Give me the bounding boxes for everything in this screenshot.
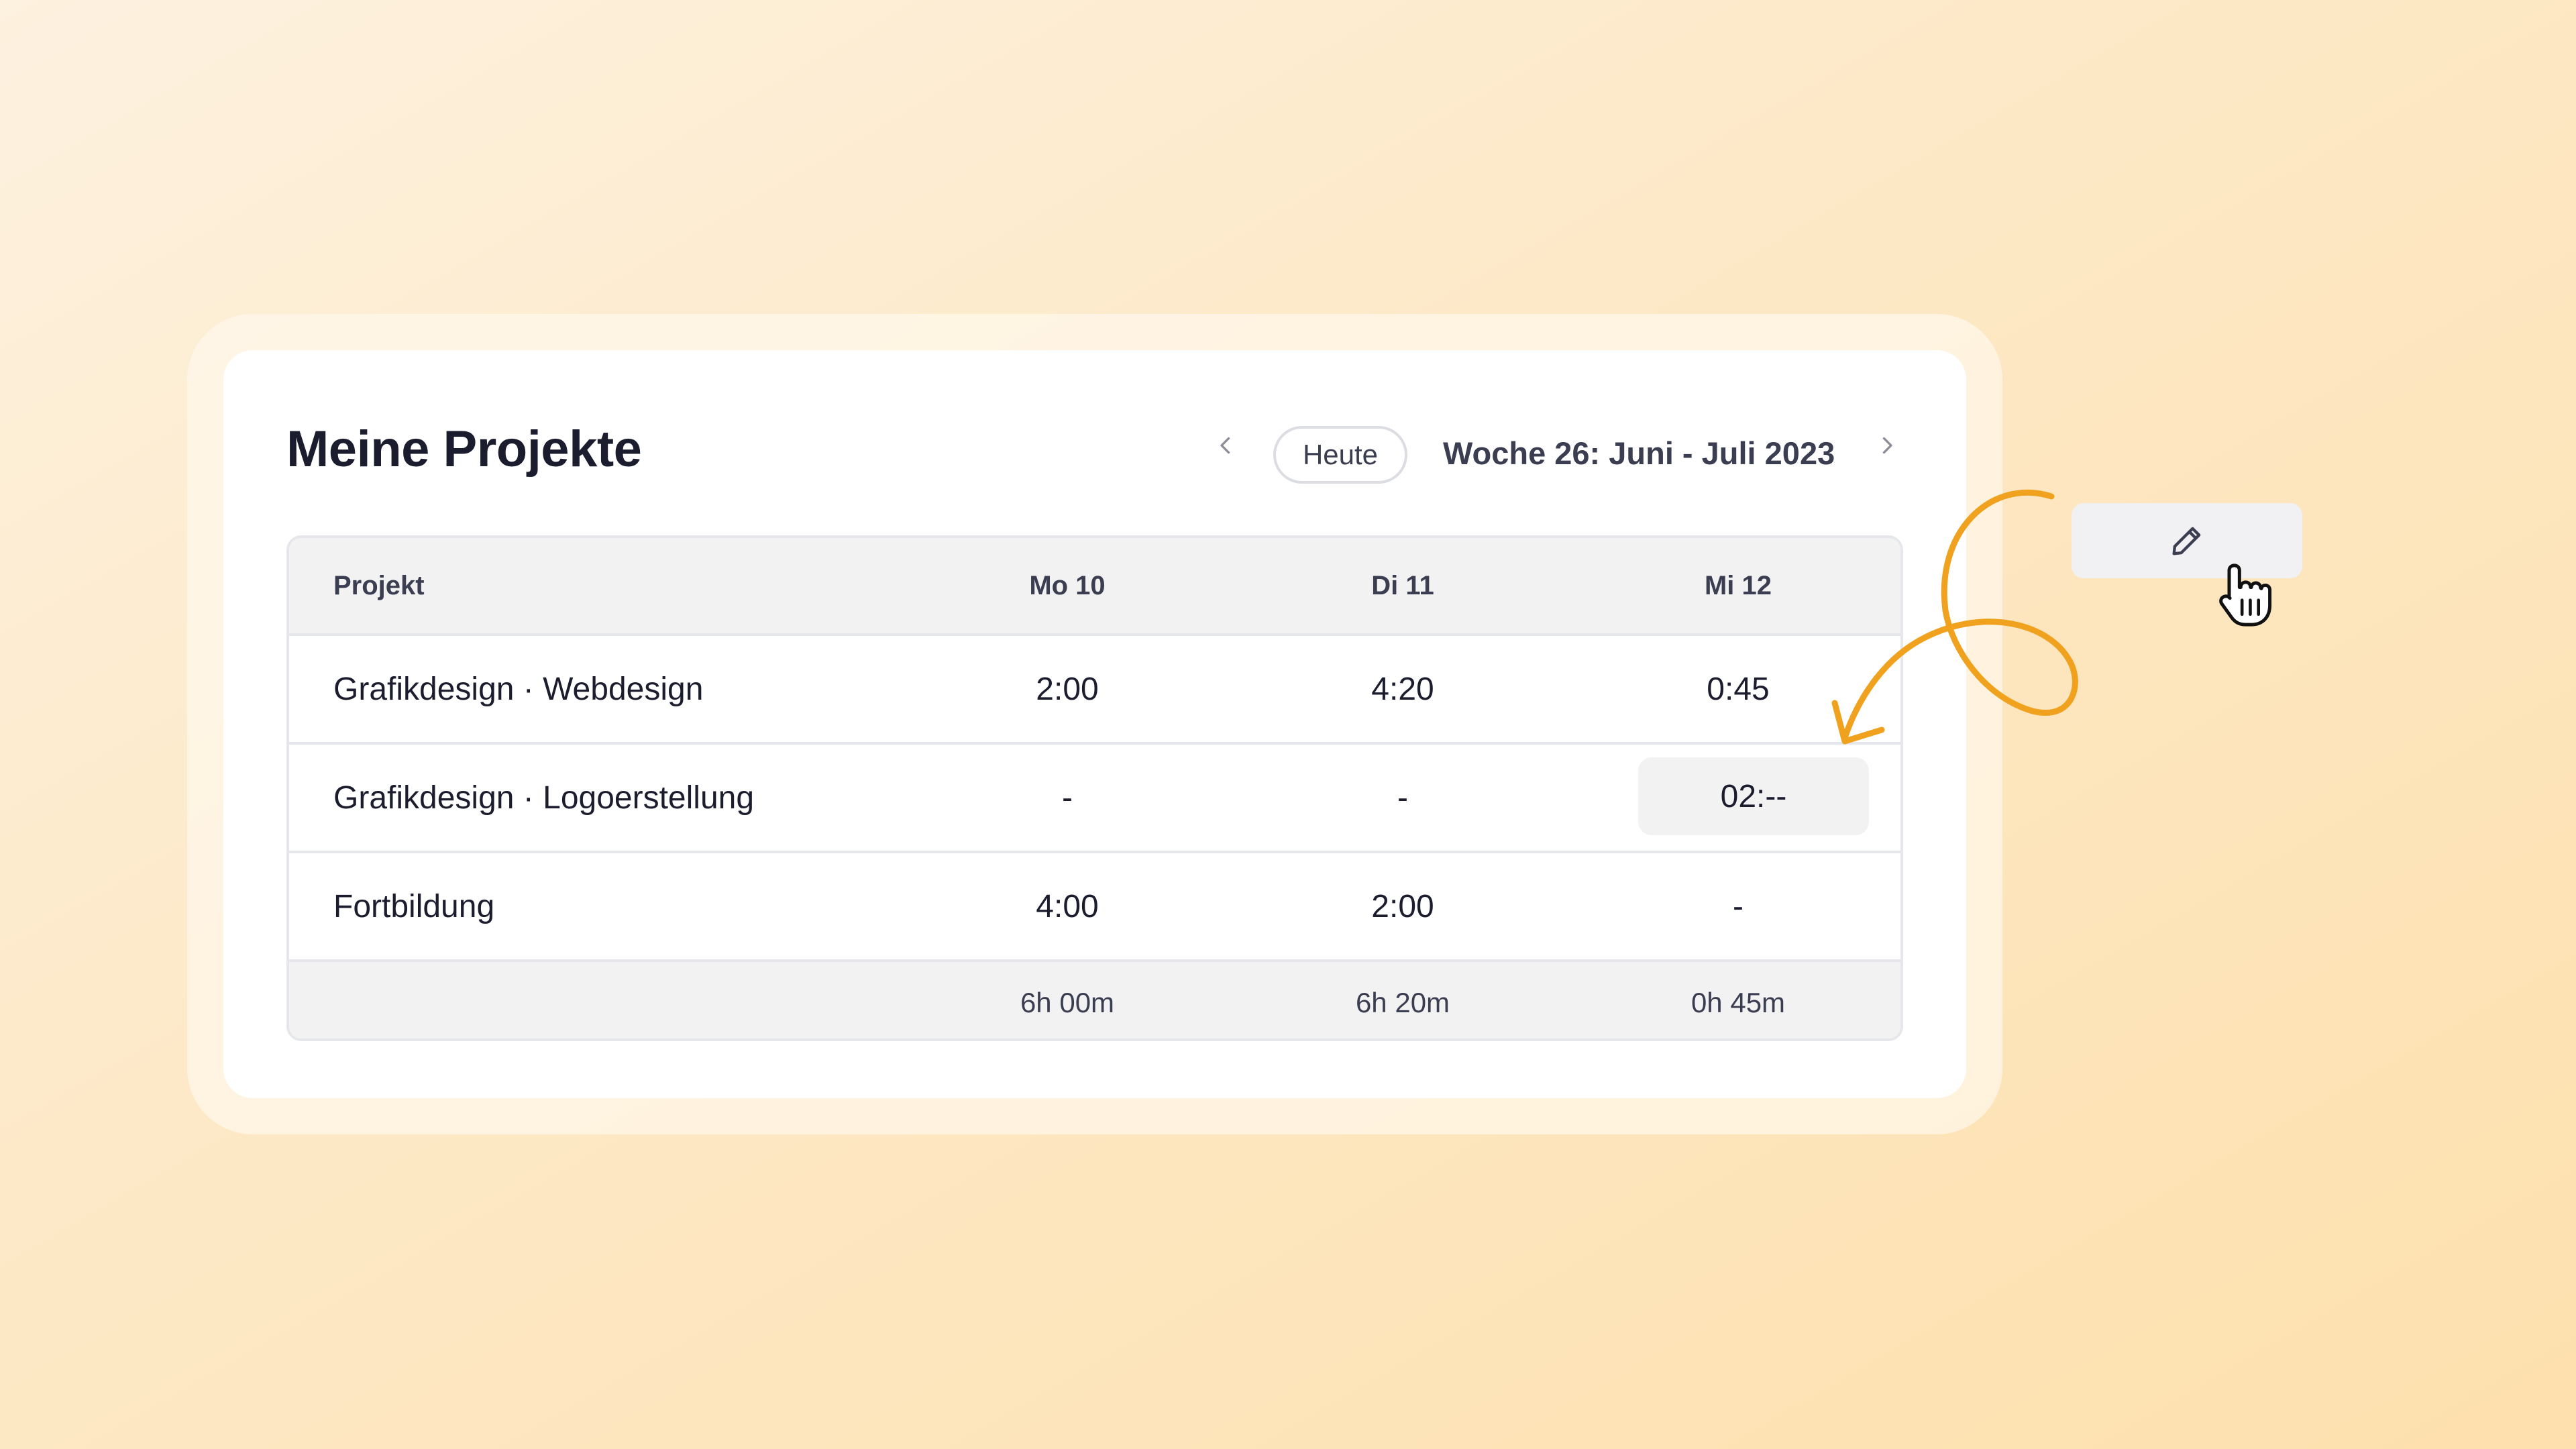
time-cell[interactable]: 2:00 <box>1020 636 1114 742</box>
projects-card: Meine Projekte Heute Woche 26: Juni - Ju… <box>223 350 1966 1098</box>
chevron-left-icon <box>1220 437 1230 454</box>
next-week-button[interactable] <box>1871 429 1903 462</box>
chevron-right-icon <box>1882 437 1892 454</box>
time-cell[interactable]: 4:00 <box>1020 853 1114 959</box>
project-name: Grafikdesign · Webdesign <box>333 671 704 707</box>
column-header-tuesday: Di 11 <box>1371 570 1434 600</box>
today-button[interactable]: Heute <box>1273 426 1407 484</box>
table-header-row: Projekt Mo 10 Di 11 Mi 12 <box>289 538 1900 636</box>
column-header-project: Projekt <box>333 570 425 600</box>
total-tuesday: 6h 20m <box>1355 987 1450 1018</box>
project-name: Fortbildung <box>333 888 495 924</box>
time-cell[interactable]: 0:45 <box>1691 636 1785 742</box>
column-header-wednesday: Mi 12 <box>1704 570 1772 600</box>
total-wednesday: 0h 45m <box>1690 987 1786 1018</box>
week-label: Woche 26: Juni - Juli 2023 <box>1443 435 1835 471</box>
table-row: Grafikdesign · Webdesign 2:00 4:20 0:45 <box>289 636 1900 745</box>
page-title: Meine Projekte <box>286 421 642 478</box>
time-input-active[interactable]: 02:-- <box>1638 757 1869 835</box>
pencil-icon <box>2172 527 2201 555</box>
time-table: Projekt Mo 10 Di 11 Mi 12 Grafikdesign ·… <box>286 535 1903 1041</box>
time-cell[interactable]: - <box>1691 853 1785 959</box>
previous-week-button[interactable] <box>1210 429 1242 462</box>
time-cell[interactable]: - <box>1356 745 1450 851</box>
time-cell[interactable]: 2:00 <box>1356 853 1450 959</box>
hand-cursor-icon <box>2219 564 2272 627</box>
decorative-arrow <box>1831 489 2078 745</box>
table-totals-row: 6h 00m 6h 20m 0h 45m <box>289 962 1900 1038</box>
time-cell[interactable]: 4:20 <box>1356 636 1450 742</box>
table-row: Grafikdesign · Logoerstellung - - 02:-- <box>289 745 1900 853</box>
table-row: Fortbildung 4:00 2:00 - <box>289 853 1900 962</box>
project-name: Grafikdesign · Logoerstellung <box>333 780 755 816</box>
total-monday: 6h 00m <box>1020 987 1115 1018</box>
column-header-monday: Mo 10 <box>1029 570 1106 600</box>
time-cell[interactable]: - <box>1020 745 1114 851</box>
